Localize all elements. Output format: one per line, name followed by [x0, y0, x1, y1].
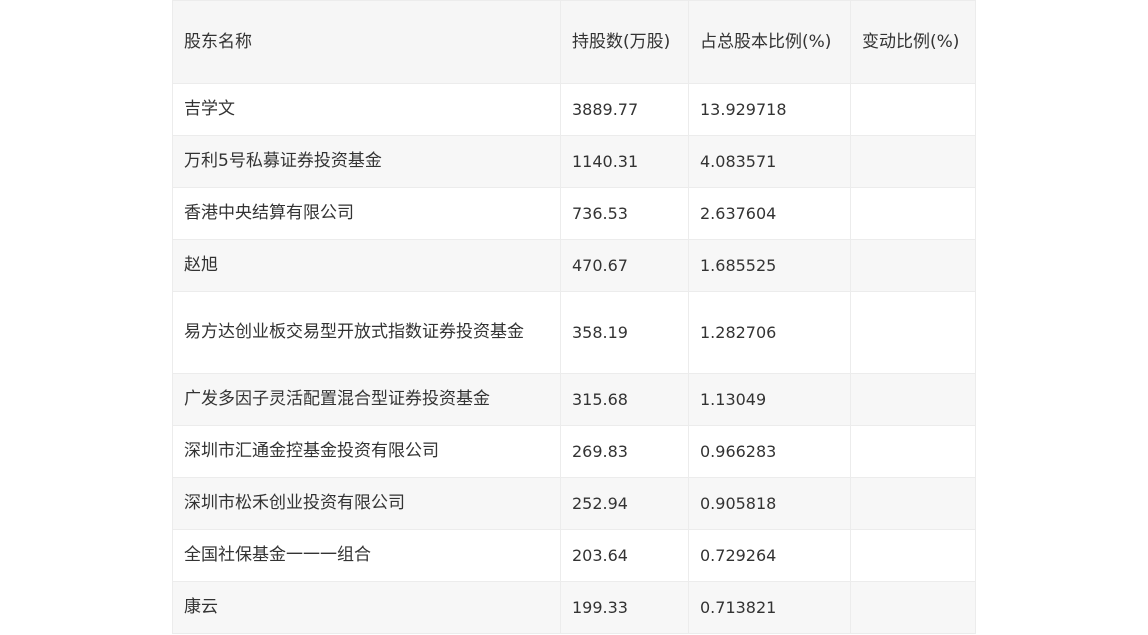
cell-shareholder-name: 易方达创业板交易型开放式指数证券投资基金 [172, 291, 561, 374]
table-body: 吉学文 3889.77 13.929718 万利5号私募证券投资基金 1140.… [172, 83, 976, 634]
table-row: 康云 199.33 0.713821 [172, 581, 976, 634]
cell-ratio: 13.929718 [688, 83, 851, 136]
cell-shareholder-name: 赵旭 [172, 239, 561, 292]
cell-shares: 1140.31 [560, 135, 689, 188]
cell-shareholder-name: 吉学文 [172, 83, 561, 136]
shareholder-table: 股东名称 持股数(万股) 占总股本比例(%) 变动比例(%) 吉学文 3889.… [172, 0, 976, 634]
cell-shareholder-name: 广发多因子灵活配置混合型证券投资基金 [172, 373, 561, 426]
cell-shares: 358.19 [560, 291, 689, 374]
cell-change [850, 477, 976, 530]
cell-change [850, 529, 976, 582]
cell-ratio: 4.083571 [688, 135, 851, 188]
table-row: 深圳市汇通金控基金投资有限公司 269.83 0.966283 [172, 425, 976, 478]
cell-ratio: 2.637604 [688, 187, 851, 240]
cell-change [850, 135, 976, 188]
cell-ratio: 1.282706 [688, 291, 851, 374]
cell-shareholder-name: 康云 [172, 581, 561, 634]
header-shareholder-name: 股东名称 [172, 0, 561, 84]
cell-shareholder-name: 深圳市汇通金控基金投资有限公司 [172, 425, 561, 478]
cell-ratio: 0.905818 [688, 477, 851, 530]
cell-ratio: 1.685525 [688, 239, 851, 292]
table-header: 股东名称 持股数(万股) 占总股本比例(%) 变动比例(%) [172, 0, 976, 84]
header-ratio: 占总股本比例(%) [688, 0, 851, 84]
cell-change [850, 373, 976, 426]
shareholder-table-container: 股东名称 持股数(万股) 占总股本比例(%) 变动比例(%) 吉学文 3889.… [172, 0, 976, 634]
cell-shares: 199.33 [560, 581, 689, 634]
cell-change [850, 425, 976, 478]
table-row: 全国社保基金一一一组合 203.64 0.729264 [172, 529, 976, 582]
table-row: 万利5号私募证券投资基金 1140.31 4.083571 [172, 135, 976, 188]
table-row: 香港中央结算有限公司 736.53 2.637604 [172, 187, 976, 240]
cell-shareholder-name: 深圳市松禾创业投资有限公司 [172, 477, 561, 530]
cell-ratio: 0.729264 [688, 529, 851, 582]
table-row: 赵旭 470.67 1.685525 [172, 239, 976, 292]
header-shares: 持股数(万股) [560, 0, 689, 84]
header-row: 股东名称 持股数(万股) 占总股本比例(%) 变动比例(%) [172, 0, 976, 84]
cell-shareholder-name: 全国社保基金一一一组合 [172, 529, 561, 582]
table-row: 吉学文 3889.77 13.929718 [172, 83, 976, 136]
cell-ratio: 1.13049 [688, 373, 851, 426]
cell-shares: 3889.77 [560, 83, 689, 136]
cell-shares: 736.53 [560, 187, 689, 240]
cell-shares: 269.83 [560, 425, 689, 478]
cell-change [850, 239, 976, 292]
cell-shares: 203.64 [560, 529, 689, 582]
table-row: 易方达创业板交易型开放式指数证券投资基金 358.19 1.282706 [172, 291, 976, 374]
cell-change [850, 187, 976, 240]
cell-shareholder-name: 香港中央结算有限公司 [172, 187, 561, 240]
cell-ratio: 0.713821 [688, 581, 851, 634]
cell-ratio: 0.966283 [688, 425, 851, 478]
table-row: 广发多因子灵活配置混合型证券投资基金 315.68 1.13049 [172, 373, 976, 426]
cell-shareholder-name: 万利5号私募证券投资基金 [172, 135, 561, 188]
cell-shares: 470.67 [560, 239, 689, 292]
cell-shares: 252.94 [560, 477, 689, 530]
cell-change [850, 83, 976, 136]
cell-change [850, 291, 976, 374]
header-change: 变动比例(%) [850, 0, 976, 84]
cell-change [850, 581, 976, 634]
table-row: 深圳市松禾创业投资有限公司 252.94 0.905818 [172, 477, 976, 530]
cell-shares: 315.68 [560, 373, 689, 426]
